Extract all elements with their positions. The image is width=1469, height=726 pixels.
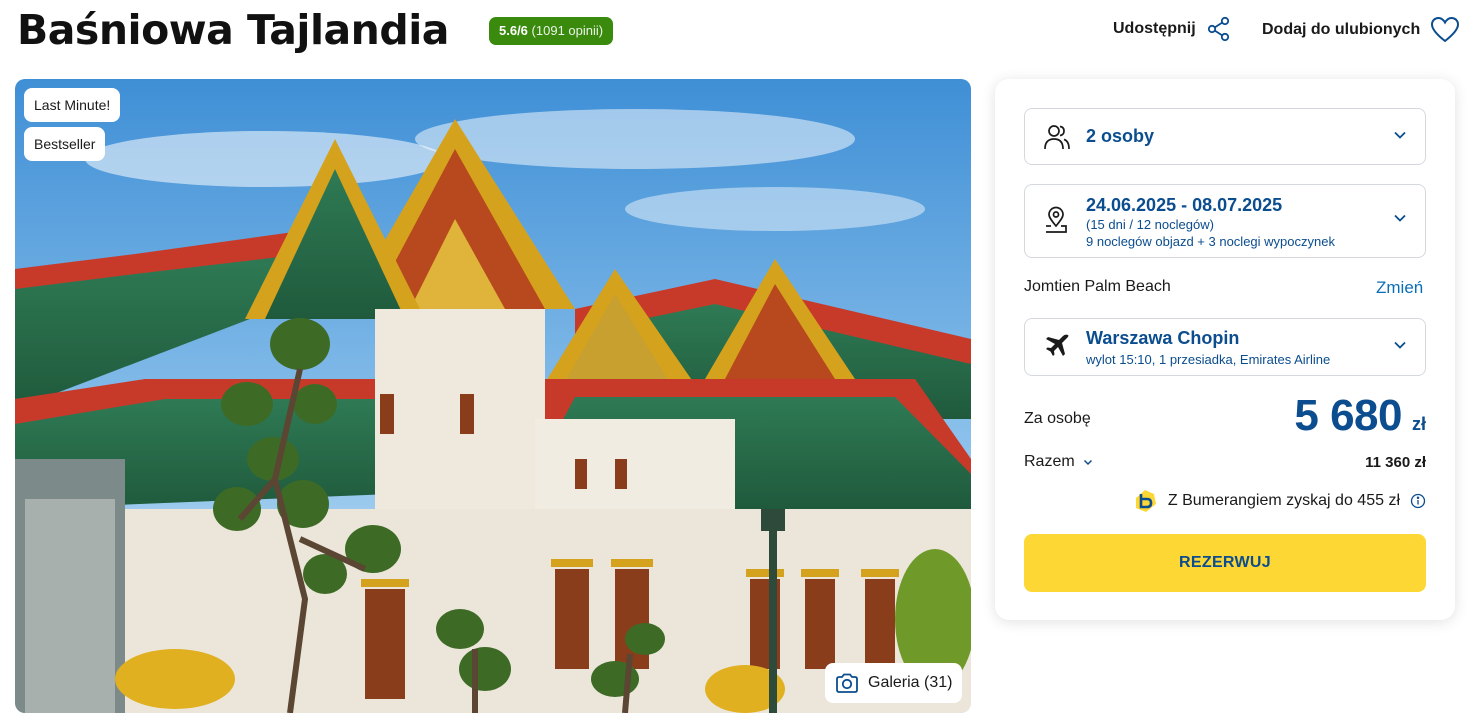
favorite-label: Dodaj do ulubionych — [1262, 21, 1421, 38]
total-toggle[interactable]: Razem — [1024, 453, 1093, 471]
chevron-down-icon — [1394, 214, 1406, 222]
booking-card: 2 osoby 24.06.2025 - 08.07.2025 (15 dni … — [995, 79, 1455, 620]
persons-value: 2 osoby — [1086, 126, 1155, 146]
total-label: Razem — [1024, 453, 1075, 470]
reserve-button[interactable]: REZERWUJ — [1024, 534, 1426, 592]
bumerang-logo-icon — [1135, 490, 1156, 512]
price-amount: 5 680 — [1294, 391, 1402, 440]
rating-score: 5.6/6 — [499, 23, 528, 38]
rating-badge[interactable]: 5.6/6 (1091 opinii) — [489, 17, 614, 45]
tag-bestseller: Bestseller — [24, 127, 106, 161]
share-button[interactable]: Udostępnij — [1113, 16, 1232, 42]
chevron-down-icon — [1083, 459, 1092, 466]
hero-image[interactable]: Last Minute! Bestseller Galeria (31) — [15, 79, 971, 713]
flight-selector[interactable]: Warszawa Chopin wylot 15:10, 1 przesiadk… — [1024, 318, 1426, 376]
favorite-button[interactable]: Dodaj do ulubionych — [1262, 16, 1460, 44]
duration-text: (15 dni / 12 noclegów) — [1086, 217, 1214, 232]
temple-photo — [15, 79, 971, 713]
heart-icon — [1431, 16, 1460, 43]
info-icon[interactable] — [1410, 493, 1426, 509]
tag-last-minute: Last Minute! — [24, 88, 121, 122]
departure-airport: Warszawa Chopin — [1086, 328, 1240, 348]
airplane-icon — [1046, 334, 1069, 356]
price-currency: zł — [1411, 414, 1426, 434]
change-hotel-link[interactable]: Zmień — [1376, 278, 1423, 298]
flight-details: wylot 15:10, 1 przesiadka, Emirates Airl… — [1086, 352, 1331, 367]
dates-value: 24.06.2025 - 08.07.2025 — [1086, 195, 1283, 215]
price-per-person: 5 680 zł — [1294, 391, 1426, 441]
rating-count: (1091 opinii) — [531, 23, 604, 38]
dates-selector[interactable]: 24.06.2025 - 08.07.2025 (15 dni / 12 noc… — [1024, 184, 1426, 258]
camera-icon — [836, 673, 858, 693]
bumerang-text: Z Bumerangiem zyskaj do 455 zł — [1167, 492, 1400, 509]
gallery-button[interactable]: Galeria (31) — [825, 663, 963, 703]
persons-selector[interactable]: 2 osoby — [1024, 108, 1426, 165]
chevron-down-icon — [1394, 341, 1406, 349]
itinerary-text: 9 noclegów objazd + 3 noclegi wypoczynek — [1086, 234, 1335, 249]
chevron-down-icon — [1394, 131, 1406, 139]
gallery-label: Galeria (31) — [868, 674, 953, 691]
total-price: 11 360 zł — [1365, 454, 1426, 471]
share-label: Udostępnij — [1113, 20, 1196, 37]
bumerang-info: Z Bumerangiem zyskaj do 455 zł — [1132, 488, 1426, 514]
per-person-label: Za osobę — [1024, 410, 1091, 427]
people-icon — [1044, 125, 1070, 150]
page-title: Baśniowa Tajlandia — [17, 6, 449, 54]
location-pin-icon — [1046, 206, 1067, 233]
share-icon — [1207, 16, 1229, 42]
hotel-name: Jomtien Palm Beach — [1024, 278, 1171, 295]
